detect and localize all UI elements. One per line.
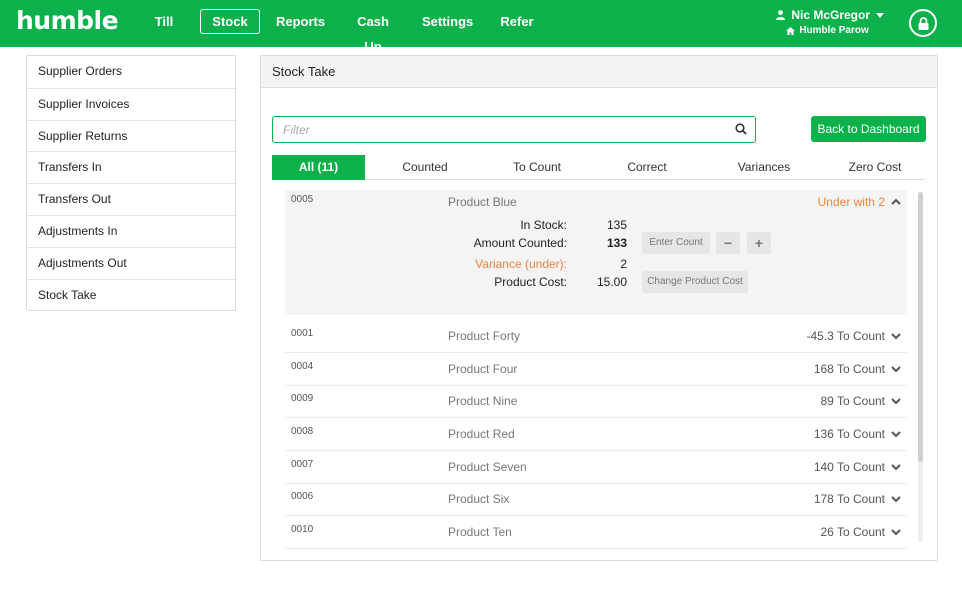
- product-code: 0007: [291, 459, 314, 470]
- product-code: 0010: [291, 524, 314, 535]
- chevron-down-icon[interactable]: [891, 464, 901, 471]
- product-name: Product Four: [448, 362, 518, 376]
- caret-down-icon: [876, 12, 884, 18]
- tab-zero-cost[interactable]: Zero Cost: [840, 155, 910, 180]
- search-icon[interactable]: [735, 123, 747, 135]
- home-icon: [786, 26, 796, 35]
- filter-input[interactable]: [283, 121, 723, 138]
- product-row[interactable]: 0004 Product Four 168 To Count: [285, 354, 907, 386]
- product-row[interactable]: 0008 Product Red 136 To Count: [285, 419, 907, 451]
- product-code: 0004: [291, 361, 314, 372]
- product-name: Product Blue: [448, 195, 517, 209]
- product-status: -45.3 To Count: [806, 329, 886, 343]
- product-code: 0006: [291, 491, 314, 502]
- tab-correct[interactable]: Correct: [612, 155, 682, 180]
- product-cost-value: 15.00: [596, 275, 627, 289]
- user-name: Nic McGregor: [791, 8, 870, 22]
- page-title: Stock Take: [261, 56, 937, 88]
- product-status: 140 To Count: [813, 460, 885, 474]
- product-row[interactable]: 0009 Product Nine 89 To Count: [285, 386, 907, 418]
- product-cost-label: Product Cost:: [494, 275, 567, 289]
- stock-take-panel: Stock Take Back to Dashboard All (11) Co…: [260, 55, 938, 561]
- sidebar-item-transfers-in[interactable]: Transfers In: [27, 151, 235, 183]
- sidebar-item-stock-take[interactable]: Stock Take: [27, 278, 235, 311]
- product-name: Product Six: [448, 492, 510, 506]
- stock-sidebar: Supplier Orders Supplier Invoices Suppli…: [26, 55, 236, 312]
- product-row[interactable]: 0010 Product Ten 26 To Count: [285, 517, 907, 549]
- product-row[interactable]: 0007 Product Seven 140 To Count: [285, 452, 907, 484]
- tab-variances[interactable]: Variances: [729, 155, 799, 180]
- user-menu[interactable]: Nic McGregor Humble Parow: [776, 8, 884, 36]
- amount-counted-label: Amount Counted:: [473, 236, 567, 250]
- product-status: 178 To Count: [813, 492, 885, 506]
- scrollbar-thumb[interactable]: [918, 192, 923, 462]
- sidebar-item-adjustments-in[interactable]: Adjustments In: [27, 214, 235, 247]
- product-code: 0005: [291, 194, 314, 205]
- nav-cash-up[interactable]: Cash Up: [348, 9, 398, 54]
- sidebar-item-transfers-out[interactable]: Transfers Out: [27, 183, 235, 215]
- lock-icon: [918, 16, 928, 30]
- stock-take-tabs: All (11) Counted To Count Correct Varian…: [272, 155, 925, 180]
- product-code: 0009: [291, 393, 314, 404]
- amount-counted-value: 133: [606, 236, 627, 250]
- in-stock-label: In Stock:: [520, 218, 567, 232]
- expanded-product-row[interactable]: 0005 Product Blue Under with 2 In Stock:…: [285, 190, 907, 315]
- chevron-down-icon[interactable]: [891, 333, 901, 340]
- product-code: 0008: [291, 426, 314, 437]
- chevron-up-icon[interactable]: [891, 198, 901, 205]
- lock-button[interactable]: [909, 9, 937, 37]
- nav-stock[interactable]: Stock: [200, 9, 260, 34]
- filter-field[interactable]: [272, 116, 756, 143]
- product-status: 89 To Count: [820, 394, 886, 408]
- product-row[interactable]: 0006 Product Six 178 To Count: [285, 484, 907, 516]
- product-name: Product Seven: [448, 460, 527, 474]
- back-to-dashboard-button[interactable]: Back to Dashboard: [811, 116, 926, 142]
- user-icon: [776, 10, 786, 20]
- sidebar-item-supplier-invoices[interactable]: Supplier Invoices: [27, 87, 235, 120]
- product-status: 168 To Count: [813, 362, 885, 376]
- product-name: Product Red: [448, 427, 515, 441]
- sidebar-item-adjustments-out[interactable]: Adjustments Out: [27, 246, 235, 279]
- chevron-down-icon[interactable]: [891, 366, 901, 373]
- variance-value: 2: [620, 257, 627, 271]
- increment-button[interactable]: +: [747, 232, 771, 254]
- list-scrollbar[interactable]: [918, 192, 923, 542]
- nav-refer[interactable]: Refer: [500, 9, 534, 34]
- product-code: 0001: [291, 328, 314, 339]
- change-product-cost-button[interactable]: Change Product Cost: [642, 271, 748, 293]
- nav-till[interactable]: Till: [150, 9, 178, 34]
- in-stock-value: 135: [606, 218, 627, 232]
- top-navigation-bar: humble Till Stock Reports Cash Up Settin…: [0, 0, 962, 54]
- chevron-down-icon[interactable]: [891, 431, 901, 438]
- chevron-down-icon[interactable]: [891, 398, 901, 405]
- product-status: Under with 2: [817, 195, 885, 209]
- sidebar-item-supplier-orders[interactable]: Supplier Orders: [27, 56, 235, 88]
- product-name: Product Forty: [448, 329, 521, 343]
- product-status: 136 To Count: [813, 427, 885, 441]
- tab-all[interactable]: All (11): [272, 155, 365, 180]
- chevron-down-icon[interactable]: [891, 496, 901, 503]
- enter-count-button[interactable]: Enter Count: [642, 232, 710, 254]
- tab-to-count[interactable]: To Count: [502, 155, 572, 180]
- variance-label: Variance (under):: [475, 257, 567, 271]
- product-name: Product Nine: [448, 394, 518, 408]
- nav-reports[interactable]: Reports: [276, 9, 325, 34]
- sidebar-item-supplier-returns[interactable]: Supplier Returns: [27, 119, 235, 152]
- chevron-down-icon[interactable]: [891, 529, 901, 536]
- humble-logo[interactable]: humble: [16, 6, 119, 35]
- decrement-button[interactable]: −: [716, 232, 740, 254]
- product-status: 26 To Count: [820, 525, 886, 539]
- product-name: Product Ten: [448, 525, 512, 539]
- product-row[interactable]: 0001 Product Forty -45.3 To Count: [285, 321, 907, 353]
- tab-counted[interactable]: Counted: [390, 155, 460, 180]
- store-name: Humble Parow: [799, 25, 869, 36]
- nav-settings[interactable]: Settings: [422, 9, 473, 34]
